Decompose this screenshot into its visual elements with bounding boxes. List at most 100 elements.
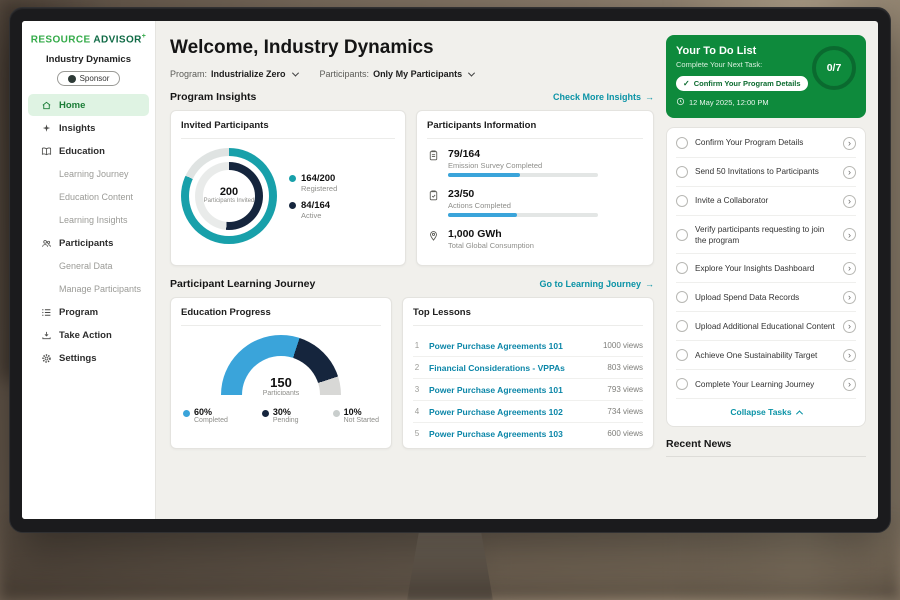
sponsor-badge[interactable]: Sponsor bbox=[57, 71, 121, 86]
home-icon bbox=[41, 100, 52, 111]
legend-dot-active bbox=[289, 202, 296, 209]
sidebar-item-label: Learning Insights bbox=[59, 215, 128, 225]
lesson-rank: 1 bbox=[413, 341, 421, 350]
legend-dot-pending bbox=[262, 410, 269, 417]
sidebar-item-label: General Data bbox=[59, 261, 113, 271]
task-row[interactable]: Confirm Your Program Details › bbox=[676, 129, 856, 158]
info-value: 23/50 bbox=[448, 188, 598, 200]
lesson-row: 4 Power Purchase Agreements 102 734 view… bbox=[413, 401, 643, 423]
lesson-link[interactable]: Power Purchase Agreements 102 bbox=[429, 407, 599, 417]
go-to-learning-journey-link[interactable]: Go to Learning Journey → bbox=[539, 279, 654, 289]
legend-dot-not-started bbox=[333, 410, 340, 417]
task-row[interactable]: Achieve One Sustainability Target › bbox=[676, 341, 856, 370]
participants-filter[interactable]: Participants: Only My Participants bbox=[320, 69, 475, 79]
legend-value: 84/164 bbox=[301, 200, 330, 211]
chevron-glyph: › bbox=[848, 167, 851, 177]
legend-label: Registered bbox=[301, 184, 337, 193]
task-row[interactable]: Invite a Collaborator › bbox=[676, 187, 856, 216]
progress-bar bbox=[448, 213, 598, 217]
lesson-row: 3 Power Purchase Agreements 101 793 view… bbox=[413, 379, 643, 401]
link-label: Go to Learning Journey bbox=[539, 279, 641, 289]
task-row[interactable]: Upload Spend Data Records › bbox=[676, 283, 856, 312]
check-more-insights-link[interactable]: Check More Insights → bbox=[553, 92, 654, 102]
task-checkbox[interactable] bbox=[676, 195, 688, 207]
sponsor-label: Sponsor bbox=[80, 74, 110, 83]
legend-value: 30% bbox=[273, 407, 291, 417]
chevron-right-icon[interactable]: › bbox=[843, 228, 856, 241]
lesson-rank: 4 bbox=[413, 407, 421, 416]
consumption-pin-icon bbox=[427, 229, 440, 242]
lesson-link[interactable]: Power Purchase Agreements 101 bbox=[429, 385, 599, 395]
sidebar-item-label: Insights bbox=[59, 123, 95, 134]
chevron-right-icon[interactable]: › bbox=[843, 137, 856, 150]
tasks-card: Confirm Your Program Details › Send 50 I… bbox=[666, 127, 866, 427]
progress-bar bbox=[448, 173, 598, 177]
sidebar-item-learning-journey[interactable]: Learning Journey bbox=[28, 163, 149, 185]
chevron-right-icon[interactable]: › bbox=[843, 166, 856, 179]
sidebar-item-learning-insights[interactable]: Learning Insights bbox=[28, 209, 149, 231]
sidebar-item-program[interactable]: Program bbox=[28, 301, 149, 323]
legend-item: 164/200 Registered bbox=[289, 173, 337, 193]
legend-value: 164/200 bbox=[301, 173, 337, 184]
next-task-chip[interactable]: ✓ Confirm Your Program Details bbox=[676, 76, 808, 91]
chevron-right-icon[interactable]: › bbox=[843, 195, 856, 208]
insights-icon bbox=[41, 123, 52, 134]
sidebar-nav: Home Insights Education Learning Journey… bbox=[22, 94, 155, 369]
participants-filter-label: Participants: bbox=[320, 69, 370, 79]
sidebar-item-label: Education bbox=[59, 146, 105, 157]
sidebar-item-general-data[interactable]: General Data bbox=[28, 255, 149, 277]
chevron-right-icon[interactable]: › bbox=[843, 291, 856, 304]
lesson-views: 600 views bbox=[607, 429, 643, 438]
sidebar-item-label: Learning Journey bbox=[59, 169, 129, 179]
task-checkbox[interactable] bbox=[676, 349, 688, 361]
legend-label: Completed bbox=[194, 417, 228, 424]
lesson-link[interactable]: Power Purchase Agreements 101 bbox=[429, 341, 595, 351]
chevron-right-icon[interactable]: › bbox=[843, 378, 856, 391]
sidebar-item-education[interactable]: Education bbox=[28, 140, 149, 162]
chevron-right-icon[interactable]: › bbox=[843, 320, 856, 333]
legend-item: 60% Completed bbox=[183, 407, 228, 424]
task-row[interactable]: Explore Your Insights Dashboard › bbox=[676, 254, 856, 283]
lesson-row: 5 Power Purchase Agreements 103 600 view… bbox=[413, 423, 643, 444]
filters-bar: Program: Industrialize Zero Participants… bbox=[170, 69, 654, 79]
legend-item: 84/164 Active bbox=[289, 200, 337, 220]
task-row[interactable]: Complete Your Learning Journey › bbox=[676, 370, 856, 399]
sidebar-item-manage-participants[interactable]: Manage Participants bbox=[28, 278, 149, 300]
task-checkbox[interactable] bbox=[676, 378, 688, 390]
sidebar-item-home[interactable]: Home bbox=[28, 94, 149, 116]
task-checkbox[interactable] bbox=[676, 320, 688, 332]
settings-icon bbox=[41, 353, 52, 364]
chevron-down-icon bbox=[468, 69, 475, 76]
chevron-up-icon bbox=[796, 410, 803, 417]
task-row[interactable]: Upload Additional Educational Content › bbox=[676, 312, 856, 341]
task-checkbox[interactable] bbox=[676, 137, 688, 149]
task-row[interactable]: Verify participants requesting to join t… bbox=[676, 216, 856, 254]
logo-plus: + bbox=[142, 33, 147, 40]
task-checkbox[interactable] bbox=[676, 291, 688, 303]
legend-value: 60% bbox=[194, 407, 212, 417]
sidebar-item-settings[interactable]: Settings bbox=[28, 347, 149, 369]
task-checkbox[interactable] bbox=[676, 229, 688, 241]
lesson-link[interactable]: Power Purchase Agreements 103 bbox=[429, 429, 599, 439]
link-label: Check More Insights bbox=[553, 92, 641, 102]
task-row[interactable]: Send 50 Invitations to Participants › bbox=[676, 158, 856, 187]
collapse-tasks-link[interactable]: Collapse Tasks bbox=[676, 399, 856, 424]
chevron-right-icon[interactable]: › bbox=[843, 349, 856, 362]
legend-label: Not Started bbox=[344, 417, 379, 424]
sidebar-item-participants[interactable]: Participants bbox=[28, 232, 149, 254]
sidebar-item-take-action[interactable]: Take Action bbox=[28, 324, 149, 346]
sidebar-item-insights[interactable]: Insights bbox=[28, 117, 149, 139]
card-title: Education Progress bbox=[181, 307, 381, 326]
todo-summary-card: Your To Do List Complete Your Next Task:… bbox=[666, 35, 866, 118]
progress-bar-fill bbox=[448, 173, 520, 177]
section-title-program-insights: Program Insights bbox=[170, 91, 256, 103]
lesson-views: 734 views bbox=[607, 407, 643, 416]
sidebar-item-label: Education Content bbox=[59, 192, 133, 202]
chevron-right-icon[interactable]: › bbox=[843, 262, 856, 275]
lesson-link[interactable]: Financial Considerations - VPPAs bbox=[429, 363, 599, 373]
todo-progress-value: 0/7 bbox=[827, 62, 842, 74]
sidebar-item-education-content[interactable]: Education Content bbox=[28, 186, 149, 208]
task-checkbox[interactable] bbox=[676, 262, 688, 274]
task-checkbox[interactable] bbox=[676, 166, 688, 178]
program-filter[interactable]: Program: Industrialize Zero bbox=[170, 69, 298, 79]
